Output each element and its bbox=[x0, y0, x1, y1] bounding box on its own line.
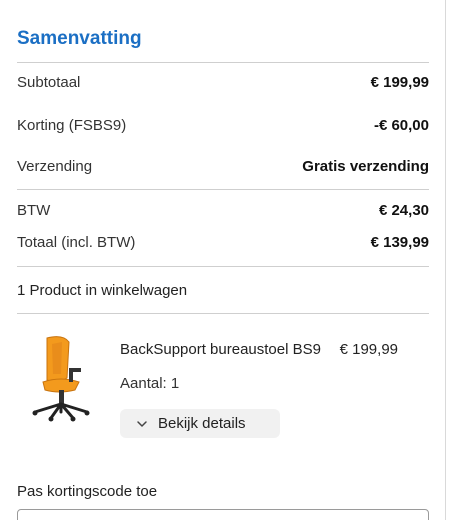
shipping-label: Verzending bbox=[17, 158, 93, 175]
product-quantity: Aantal: 1 bbox=[120, 375, 180, 392]
cart-count: 1 Product in winkelwagen bbox=[17, 282, 188, 299]
coupon-code-input[interactable] bbox=[17, 509, 429, 520]
discount-row: Korting (FSBS9) -€ 60,00 bbox=[17, 117, 429, 134]
total-label: Totaal (incl. BTW) bbox=[17, 234, 136, 251]
view-details-button[interactable]: Bekijk details bbox=[120, 409, 280, 438]
view-details-label: Bekijk details bbox=[158, 415, 246, 432]
discount-label: Korting (FSBS9) bbox=[17, 117, 127, 134]
vat-label: BTW bbox=[17, 202, 51, 219]
divider bbox=[17, 313, 429, 314]
subtotal-value: € 199,99 bbox=[370, 74, 429, 91]
order-summary-panel: Samenvatting Subtotaal € 199,99 Korting … bbox=[0, 0, 446, 520]
subtotal-label: Subtotaal bbox=[17, 74, 81, 91]
total-value: € 139,99 bbox=[370, 234, 429, 251]
divider bbox=[17, 189, 429, 190]
total-row: Totaal (incl. BTW) € 139,99 bbox=[17, 234, 429, 251]
office-chair-icon bbox=[17, 332, 109, 422]
shipping-row: Verzending Gratis verzending bbox=[17, 158, 429, 175]
shipping-value: Gratis verzending bbox=[302, 158, 429, 175]
vat-value: € 24,30 bbox=[378, 202, 429, 219]
product-price: € 199,99 bbox=[339, 341, 398, 358]
chevron-down-icon bbox=[137, 420, 147, 427]
subtotal-row: Subtotaal € 199,99 bbox=[17, 74, 429, 91]
discount-value: -€ 60,00 bbox=[373, 117, 429, 134]
divider bbox=[17, 62, 429, 63]
product-name: BackSupport bureaustoel BS9 bbox=[120, 341, 321, 358]
product-image bbox=[17, 332, 109, 422]
coupon-label: Pas kortingscode toe bbox=[17, 483, 158, 500]
vat-row: BTW € 24,30 bbox=[17, 202, 429, 219]
divider bbox=[17, 266, 429, 267]
summary-title: Samenvatting bbox=[17, 28, 142, 49]
